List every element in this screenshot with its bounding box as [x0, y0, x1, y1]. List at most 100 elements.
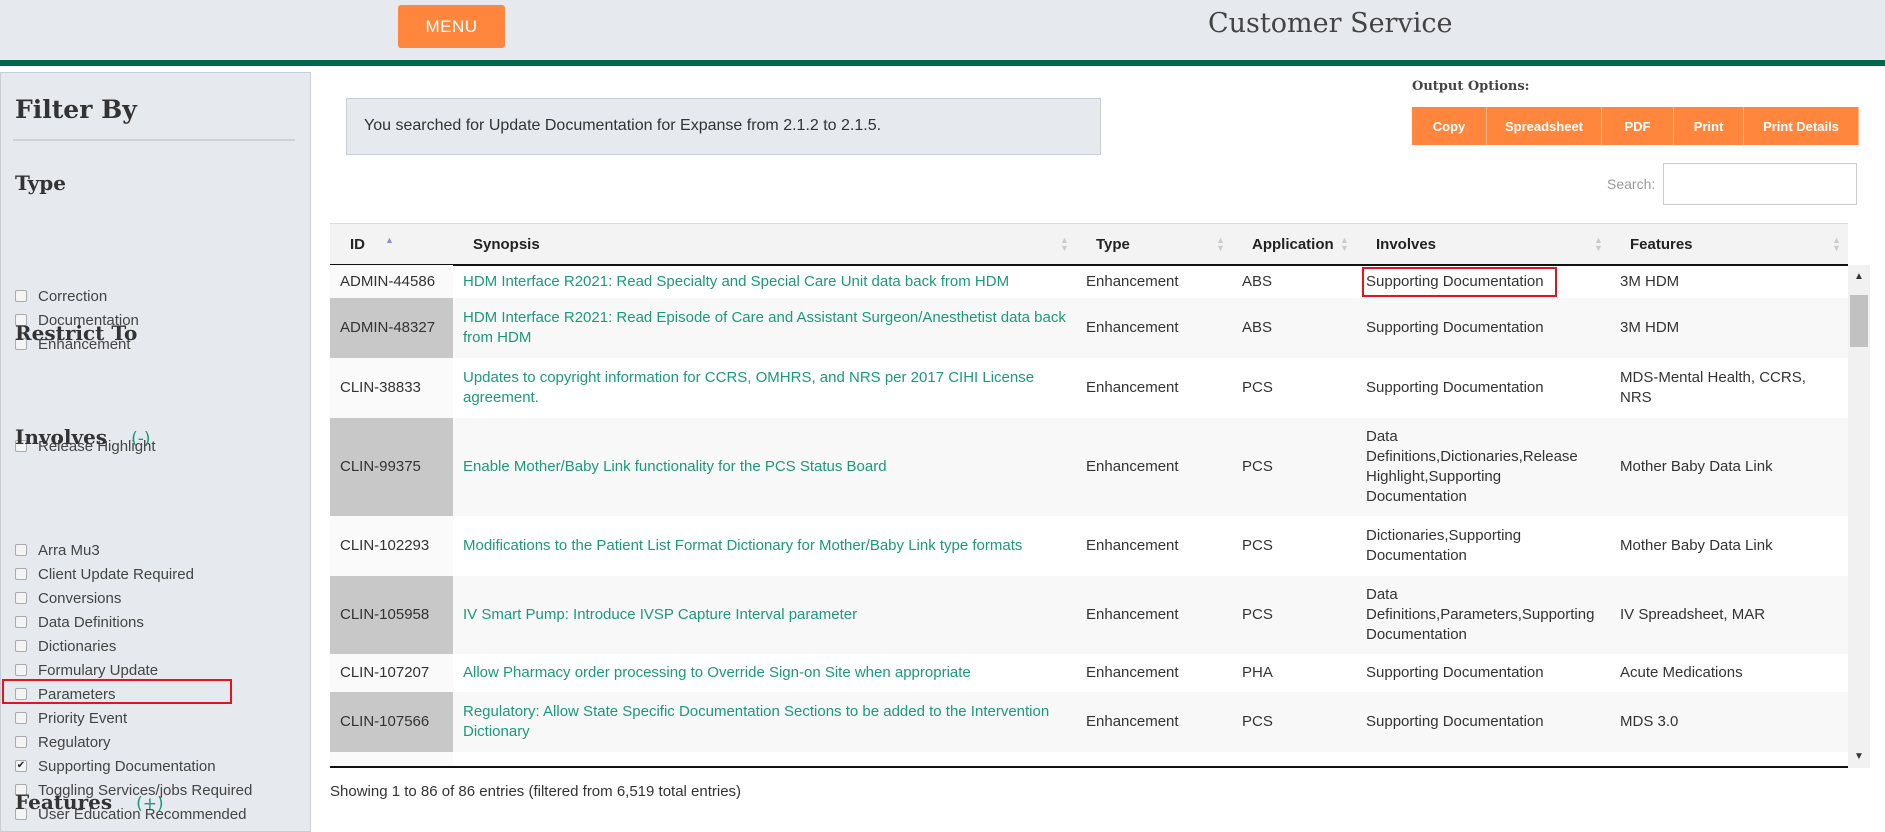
cell-involves: Supporting Documentation	[1356, 752, 1610, 766]
synopsis-link[interactable]: IV Smart Pump: Introduce IVSP Capture In…	[453, 576, 1076, 654]
column-header-label: Application	[1252, 236, 1334, 253]
output-button-pdf[interactable]: PDF	[1602, 107, 1674, 145]
features-heading-label: Features	[15, 790, 113, 814]
checkbox[interactable]	[15, 290, 27, 302]
synopsis-link[interactable]: HDM Interface R2021: Read Episode of Car…	[453, 298, 1076, 358]
filter-option-label: Conversions	[38, 589, 122, 607]
cell-features: Orders	[1610, 752, 1848, 766]
synopsis-link[interactable]: Updates to copyright information for CCR…	[453, 358, 1076, 418]
divider	[13, 139, 295, 141]
filter-option[interactable]: Regulatory	[15, 731, 111, 753]
checkbox[interactable]	[15, 568, 27, 580]
checkbox[interactable]	[15, 544, 27, 556]
column-header-application[interactable]: Application ▲ ▼	[1232, 224, 1356, 265]
checkbox[interactable]	[15, 712, 27, 724]
checkbox[interactable]: ✔	[15, 760, 27, 772]
output-button-print-details[interactable]: Print Details	[1744, 107, 1859, 145]
table-scrollbar[interactable]: ▲ ▼	[1848, 265, 1870, 768]
table-row[interactable]: CLIN-105958 IV Smart Pump: Introduce IVSP…	[330, 576, 1848, 654]
cell-application: PCS	[1242, 458, 1273, 475]
cell-id: CLIN-38833	[330, 358, 453, 418]
synopsis-link[interactable]: HDM Interface R2021: Read Specialty and …	[453, 265, 1076, 298]
filter-option[interactable]: Data Definitions	[15, 611, 144, 633]
filter-option[interactable]: Priority Event	[15, 707, 127, 729]
checkbox[interactable]	[15, 664, 27, 676]
filter-option-label: Dictionaries	[38, 637, 117, 655]
checkbox[interactable]	[15, 592, 27, 604]
column-header-label: Involves	[1376, 236, 1437, 253]
cell-type: Enhancement	[1086, 713, 1179, 730]
table-row[interactable]: CLIN-107566 Regulatory: Allow State Speci…	[330, 692, 1848, 752]
top-bar: MENU Customer Service	[0, 0, 1885, 60]
filter-option-label: Arra Mu3	[38, 541, 100, 559]
cell-type: Enhancement	[1086, 458, 1179, 475]
highlight-box	[2, 679, 232, 704]
column-header-type[interactable]: Type ▲ ▼	[1076, 224, 1232, 265]
synopsis-link[interactable]: Modifications to the Patient List Format…	[453, 516, 1076, 576]
cell-application: PCS	[1242, 537, 1273, 554]
synopsis-link[interactable]: Enable Mother/Baby Link functionality fo…	[453, 418, 1076, 516]
output-button-print[interactable]: Print	[1674, 107, 1744, 145]
cell-application: ABS	[1242, 272, 1273, 290]
checkbox[interactable]	[15, 736, 27, 748]
filter-option[interactable]: ✔ Supporting Documentation	[15, 755, 216, 777]
cell-features: Acute Medications	[1620, 664, 1743, 681]
output-button-spreadsheet[interactable]: Spreadsheet	[1487, 107, 1602, 145]
cell-type: Enhancement	[1086, 319, 1179, 336]
synopsis-link[interactable]: Add new medication category of Hold to D…	[453, 752, 1076, 766]
filter-option[interactable]: Client Update Required	[15, 563, 194, 585]
cell-features: 3M HDM	[1620, 319, 1680, 336]
cell-involves: Supporting Documentation	[1366, 379, 1544, 396]
column-header-label: Synopsis	[473, 236, 540, 253]
column-header-label: Features	[1630, 236, 1693, 253]
highlight-box	[1362, 267, 1557, 297]
search-input[interactable]	[1663, 163, 1857, 205]
cell-involves: Supporting Documentation	[1366, 713, 1544, 730]
sort-icon: ▲ ▼	[1216, 235, 1225, 253]
table-row[interactable]: CLIN-107607Add new medication category o…	[330, 752, 1848, 766]
table-row[interactable]: ADMIN-48327 HDM Interface R2021: Read Epi…	[330, 298, 1848, 358]
app-title: Customer Service	[1208, 8, 1453, 39]
table-row[interactable]: CLIN-107207 Allow Pharmacy order processi…	[330, 654, 1848, 692]
synopsis-link[interactable]: Allow Pharmacy order processing to Overr…	[453, 654, 1076, 692]
column-header-involves[interactable]: Involves ▲ ▼	[1356, 224, 1610, 265]
table-row[interactable]: CLIN-102293 Modifications to the Patient …	[330, 516, 1848, 576]
involves-collapse-toggle[interactable]: (-)	[131, 429, 150, 449]
checkbox[interactable]	[15, 616, 27, 628]
cell-application: PHA	[1242, 664, 1273, 681]
cell-application: PCS	[1242, 713, 1273, 730]
column-header-label: ID	[350, 236, 365, 253]
cell-involves: Supporting Documentation	[1366, 319, 1544, 336]
cell-application: PCS	[1232, 752, 1356, 766]
cell-type: Enhancement	[1086, 537, 1179, 554]
cell-involves: Data Definitions,Parameters,Supporting D…	[1366, 586, 1595, 643]
cell-id: CLIN-107607	[330, 752, 453, 766]
synopsis-link[interactable]: Regulatory: Allow State Specific Documen…	[453, 692, 1076, 752]
cell-involves: Dictionaries,Supporting Documentation	[1366, 527, 1522, 564]
column-header-id[interactable]: ID ▲	[330, 224, 453, 265]
header-divider	[0, 60, 1885, 66]
filter-option-label: Formulary Update	[38, 661, 159, 679]
column-header-synopsis[interactable]: Synopsis ▲ ▼	[453, 224, 1076, 265]
filter-option[interactable]: Correction	[15, 285, 107, 307]
filter-option[interactable]: Arra Mu3	[15, 539, 100, 561]
filter-option[interactable]: Formulary Update	[15, 659, 158, 681]
output-button-copy[interactable]: Copy	[1412, 107, 1487, 145]
table-row[interactable]: CLIN-38833 Updates to copyright informati…	[330, 358, 1848, 418]
sort-icon: ▲ ▼	[1832, 235, 1841, 253]
menu-button[interactable]: MENU	[398, 5, 505, 48]
cell-features: MDS-Mental Health, CCRS, NRS	[1620, 369, 1806, 406]
scrollbar-thumb[interactable]	[1850, 295, 1868, 347]
features-expand-toggle[interactable]: (+)	[136, 794, 164, 814]
column-header-features[interactable]: Features ▲ ▼	[1610, 224, 1848, 265]
scroll-down-icon[interactable]: ▼	[1854, 751, 1864, 762]
scroll-up-icon[interactable]: ▲	[1854, 271, 1864, 282]
checkbox[interactable]	[15, 640, 27, 652]
cell-type: Enhancement	[1086, 379, 1179, 396]
filter-option[interactable]: Dictionaries	[15, 635, 116, 657]
filter-option[interactable]: Conversions	[15, 587, 121, 609]
table-row[interactable]: CLIN-99375 Enable Mother/Baby Link functi…	[330, 418, 1848, 516]
filter-option-label: Client Update Required	[38, 565, 194, 583]
table-row[interactable]: ADMIN-44586 HDM Interface R2021: Read Spe…	[330, 265, 1848, 298]
cell-type: Enhancement	[1086, 272, 1179, 290]
